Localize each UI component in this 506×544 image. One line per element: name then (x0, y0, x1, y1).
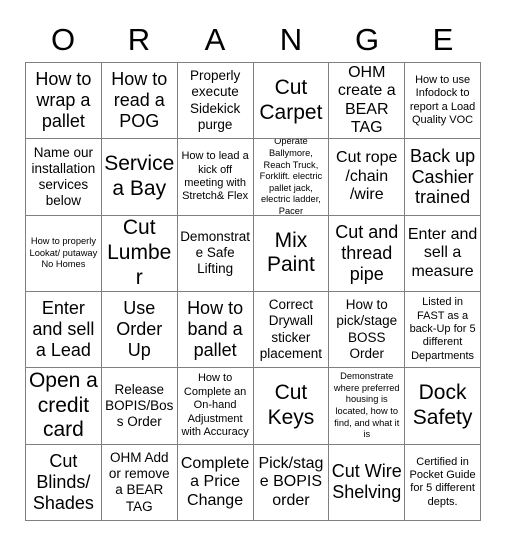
bingo-cell[interactable]: Cut Keys (253, 368, 330, 445)
bingo-cell-label: Demonstrate Safe Lifting (180, 229, 250, 277)
bingo-cell-label: Cut Carpet (259, 76, 323, 124)
bingo-cell[interactable]: How to use Infodock to report a Load Qua… (405, 63, 481, 140)
header-letter-6: E (432, 21, 454, 57)
bingo-cell-label: How to Complete an On-hand Adjustment wi… (181, 372, 249, 439)
bingo-cell[interactable]: Demonstrate where preferred housing is l… (329, 368, 406, 445)
bingo-cell-label: Pick/stage BOPIS order (258, 454, 324, 509)
bingo-cell-label: How to read a POG (111, 69, 168, 132)
bingo-cell[interactable]: How to pick/stage BOSS Order (329, 292, 406, 369)
bingo-cell-label: Cut Keys (267, 381, 315, 429)
bingo-header-row: O R A N G E (25, 16, 481, 62)
bingo-cell[interactable]: Release BOPIS/Boss Order (101, 368, 178, 445)
bingo-cell-label: Back up Cashier trained (410, 145, 476, 208)
bingo-cell-label: Complete a Price Change (180, 454, 250, 509)
bingo-cell[interactable]: OHM Add or remove a BEAR TAG (101, 444, 178, 521)
header-letter-2: R (127, 21, 151, 57)
bingo-cell[interactable]: Open a credit card (26, 368, 102, 445)
bingo-cell[interactable]: Demonstrate Safe Lifting (177, 215, 254, 292)
bingo-cell-label: Mix Paint (266, 228, 315, 277)
bingo-cell[interactable]: Certified in Pocket Guide for 5 differen… (405, 444, 481, 521)
bingo-cell-label: Use Order Up (116, 298, 163, 361)
bingo-cell-label: How to properly Lookat/ putaway No Homes (29, 235, 98, 270)
bingo-cell-label: Cut and thread pipe (335, 222, 399, 284)
bingo-cell[interactable]: Complete a Price Change (177, 444, 254, 521)
bingo-cell-label: How to use Infodock to report a Load Qua… (409, 73, 476, 127)
bingo-cell[interactable]: Mix Paint (253, 215, 330, 292)
header-letter-1: O (50, 21, 76, 57)
bingo-cell-label: How to lead a kick off meeting with Stre… (181, 150, 249, 203)
bingo-cell[interactable]: How to band a pallet (177, 292, 254, 369)
bingo-cell[interactable]: Cut Lumber (101, 215, 178, 292)
bingo-cell-label: Enter and sell a measure (407, 225, 478, 280)
bingo-cell[interactable]: Use Order Up (101, 292, 178, 369)
bingo-cell-label: Cut Blinds/ Shades (32, 451, 94, 513)
bingo-cell[interactable]: OHM create a BEAR TAG (329, 63, 406, 140)
bingo-cell[interactable]: Cut Carpet (253, 63, 330, 140)
header-letter-3: A (204, 21, 226, 57)
bingo-card: O R A N G E How to wrap a pallet How to … (0, 0, 506, 544)
bingo-cell-label: Cut Wire Shelving (331, 461, 402, 503)
bingo-cell-label: OHM create a BEAR TAG (337, 63, 396, 137)
bingo-cell[interactable]: Cut Wire Shelving (329, 444, 406, 521)
bingo-cell-label: Cut rope /chain /wire (336, 149, 398, 204)
bingo-grid: How to wrap a pallet How to read a POG P… (25, 62, 481, 521)
bingo-cell[interactable]: Cut and thread pipe (329, 215, 406, 292)
bingo-cell[interactable]: Dock Safety (405, 368, 481, 445)
bingo-cell[interactable]: How to lead a kick off meeting with Stre… (177, 139, 254, 216)
bingo-cell[interactable]: How to properly Lookat/ putaway No Homes (26, 215, 102, 292)
bingo-cell[interactable]: Service a Bay (101, 139, 178, 216)
bingo-cell[interactable]: Operate Ballymore, Reach Truck, Forklift… (253, 139, 330, 216)
bingo-cell[interactable]: Enter and sell a measure (405, 215, 481, 292)
bingo-cell-label: Dock Safety (412, 381, 473, 429)
bingo-cell-label: Name our installation services below (31, 144, 96, 209)
bingo-cell-label: Enter and sell a Lead (32, 298, 95, 361)
bingo-cell[interactable]: Name our installation services below (26, 139, 102, 216)
bingo-cell-label: OHM Add or remove a BEAR TAG (108, 449, 170, 514)
bingo-cell[interactable]: Back up Cashier trained (405, 139, 481, 216)
bingo-cell[interactable]: How to Complete an On-hand Adjustment wi… (177, 368, 254, 445)
bingo-cell[interactable]: How to wrap a pallet (26, 63, 102, 140)
bingo-cell-label: Listed in FAST as a back-Up for 5 differ… (409, 296, 476, 362)
bingo-cell-label: Certified in Pocket Guide for 5 differen… (409, 455, 476, 508)
bingo-cell[interactable]: Enter and sell a Lead (26, 292, 102, 369)
header-letter-5: G (354, 21, 380, 57)
bingo-cell-label: Properly execute Sidekick purge (189, 68, 241, 132)
bingo-cell[interactable]: How to read a POG (101, 63, 178, 140)
bingo-cell[interactable]: Correct Drywall sticker placement (253, 292, 330, 369)
bingo-cell-label: Correct Drywall sticker placement (259, 297, 323, 361)
bingo-cell-label: Operate Ballymore, Reach Truck, Forklift… (259, 139, 323, 216)
bingo-cell[interactable]: Cut rope /chain /wire (329, 139, 406, 216)
bingo-cell-label: How to band a pallet (187, 298, 244, 361)
bingo-cell-label: Open a credit card (28, 369, 98, 442)
bingo-cell[interactable]: Listed in FAST as a back-Up for 5 differ… (405, 292, 481, 369)
bingo-cell-label: Service a Bay (104, 152, 175, 200)
bingo-cell[interactable]: Pick/stage BOPIS order (253, 444, 330, 521)
bingo-cell-label: Cut Lumber (107, 216, 172, 289)
bingo-cell[interactable]: Cut Blinds/ Shades (26, 444, 102, 521)
bingo-cell-label: How to pick/stage BOSS Order (336, 297, 398, 361)
bingo-cell[interactable]: Properly execute Sidekick purge (177, 63, 254, 140)
bingo-cell-label: How to wrap a pallet (35, 69, 92, 132)
bingo-cell-label: Release BOPIS/Boss Order (105, 381, 174, 430)
bingo-cell-label: Demonstrate where preferred housing is l… (333, 371, 400, 440)
header-letter-4: N (279, 21, 303, 57)
